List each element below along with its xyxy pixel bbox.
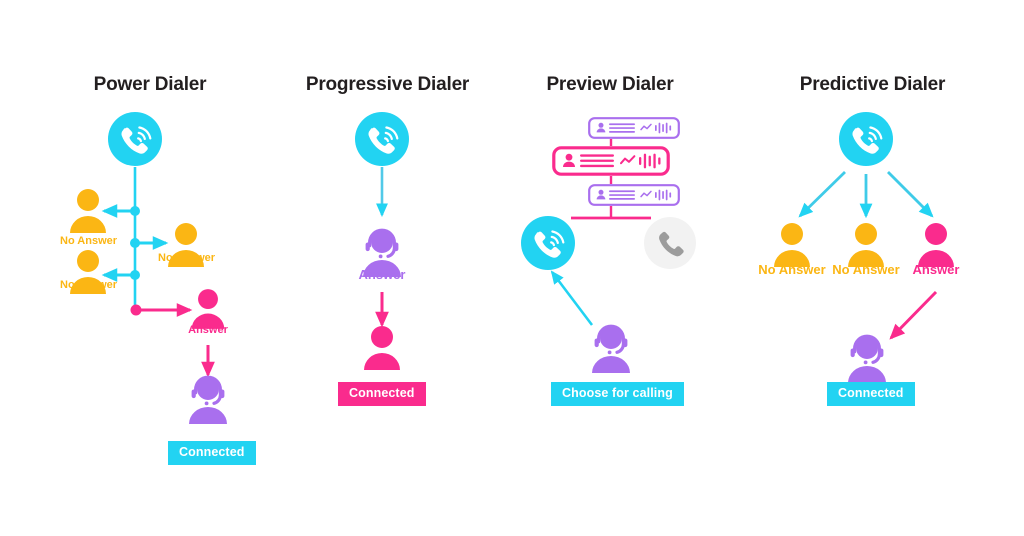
- phone-handset-icon: [644, 217, 696, 269]
- headset-agent-icon: [182, 373, 234, 425]
- infographic-canvas: Power Dialer No Answer No Answer No Answ…: [0, 0, 1024, 536]
- headset-agent-icon: [585, 322, 637, 374]
- phone-ringing-icon: [839, 112, 893, 166]
- contact-card[interactable]: [588, 117, 680, 139]
- contact-card-active[interactable]: [552, 146, 670, 176]
- status-label-answer: Answer: [358, 267, 406, 282]
- page-title-power: Power Dialer: [93, 74, 207, 95]
- status-label-no-answer: No Answer: [758, 262, 826, 277]
- phone-ringing-icon: [355, 112, 409, 166]
- status-label-no-answer: No Answer: [60, 279, 118, 291]
- page-title-progressive: Progressive Dialer: [305, 74, 470, 95]
- person-icon: [67, 188, 109, 234]
- status-badge-connected: Connected: [338, 382, 426, 406]
- status-badge-choose-for-calling: Choose for calling: [551, 382, 684, 406]
- headset-agent-icon: [841, 332, 893, 384]
- status-badge-connected: Connected: [827, 382, 915, 406]
- status-label-answer: Answer: [912, 262, 960, 277]
- contact-card[interactable]: [588, 184, 680, 206]
- page-title-preview: Preview Dialer: [546, 74, 674, 95]
- status-label-no-answer: No Answer: [832, 262, 900, 277]
- status-label-no-answer: No Answer: [60, 235, 118, 247]
- person-icon: [361, 325, 403, 371]
- phone-ringing-icon: [108, 112, 162, 166]
- status-badge-connected: Connected: [168, 441, 256, 465]
- status-label-answer: Answer: [188, 324, 228, 336]
- page-title-predictive: Predictive Dialer: [799, 74, 946, 95]
- status-label-no-answer: No Answer: [158, 252, 216, 264]
- phone-ringing-icon: [521, 216, 575, 270]
